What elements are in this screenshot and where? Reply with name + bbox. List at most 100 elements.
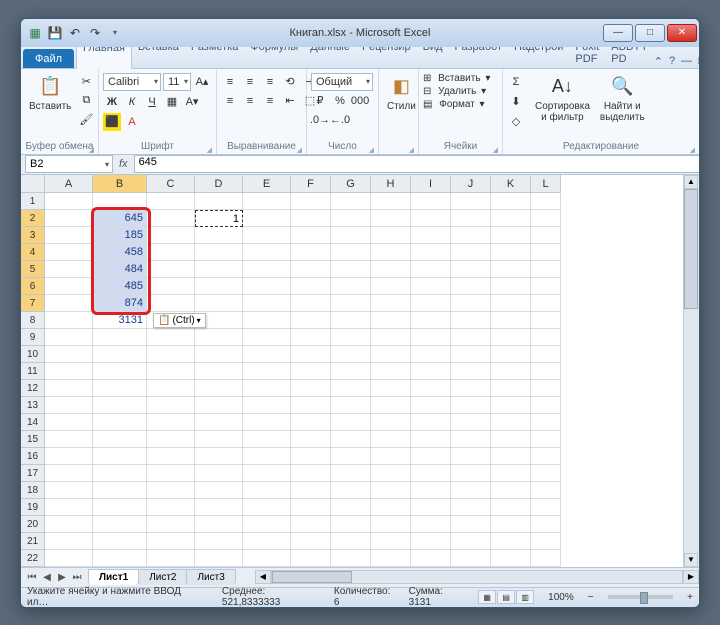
cell[interactable]: [291, 533, 331, 550]
cell[interactable]: [491, 363, 531, 380]
orientation-icon[interactable]: ⟲: [281, 73, 299, 91]
cell[interactable]: [491, 295, 531, 312]
column-header[interactable]: J: [451, 175, 491, 193]
formula-input[interactable]: 645: [134, 155, 699, 173]
cell[interactable]: [291, 550, 331, 567]
row-header[interactable]: 4: [21, 244, 45, 261]
paste-button[interactable]: 📋 Вставить: [25, 73, 75, 114]
horizontal-scrollbar[interactable]: ◀ ▶: [255, 570, 699, 584]
cell[interactable]: [45, 227, 93, 244]
align-middle-icon[interactable]: ≡: [241, 73, 259, 91]
row-header[interactable]: 16: [21, 448, 45, 465]
cell[interactable]: [451, 227, 491, 244]
cell[interactable]: [331, 227, 371, 244]
sheet-nav-last[interactable]: ⏭: [70, 572, 84, 583]
fx-icon[interactable]: fx: [119, 158, 128, 170]
cell[interactable]: [195, 550, 243, 567]
cell[interactable]: [531, 244, 561, 261]
cell[interactable]: [451, 448, 491, 465]
cell[interactable]: [243, 533, 291, 550]
cell[interactable]: [45, 380, 93, 397]
find-select-button[interactable]: 🔍 Найти и выделить: [596, 73, 649, 125]
cell[interactable]: [411, 533, 451, 550]
cell[interactable]: [147, 210, 195, 227]
cell[interactable]: [291, 363, 331, 380]
cell[interactable]: [371, 482, 411, 499]
cell[interactable]: [451, 278, 491, 295]
cell[interactable]: [411, 312, 451, 329]
cell[interactable]: [195, 363, 243, 380]
cell[interactable]: [371, 261, 411, 278]
cell[interactable]: [93, 499, 147, 516]
row-header[interactable]: 13: [21, 397, 45, 414]
cell[interactable]: [531, 516, 561, 533]
cell[interactable]: [491, 261, 531, 278]
cell[interactable]: [147, 465, 195, 482]
column-header[interactable]: G: [331, 175, 371, 193]
cell[interactable]: [491, 380, 531, 397]
format-painter-icon[interactable]: 🖌: [77, 111, 95, 129]
cell[interactable]: [451, 193, 491, 210]
cell[interactable]: [371, 227, 411, 244]
cell[interactable]: [243, 312, 291, 329]
cell[interactable]: [531, 380, 561, 397]
cell[interactable]: [243, 380, 291, 397]
cell[interactable]: [411, 346, 451, 363]
row-header[interactable]: 19: [21, 499, 45, 516]
cell[interactable]: [243, 227, 291, 244]
cell[interactable]: [243, 516, 291, 533]
font-size-combo[interactable]: 11: [163, 73, 191, 91]
cell[interactable]: [147, 278, 195, 295]
workbook-restore-icon[interactable]: □: [698, 55, 700, 67]
cell[interactable]: [331, 448, 371, 465]
cell[interactable]: [531, 499, 561, 516]
cell[interactable]: [451, 516, 491, 533]
help-icon[interactable]: ?: [669, 55, 675, 67]
cell[interactable]: [411, 516, 451, 533]
cell[interactable]: 458: [93, 244, 147, 261]
cell[interactable]: [371, 448, 411, 465]
cell[interactable]: [371, 363, 411, 380]
clear-icon[interactable]: ◇: [507, 113, 525, 131]
scroll-right-button[interactable]: ▶: [683, 570, 699, 584]
cell[interactable]: [411, 227, 451, 244]
cell[interactable]: [331, 414, 371, 431]
cell[interactable]: [491, 312, 531, 329]
cell[interactable]: 874: [93, 295, 147, 312]
scroll-left-button[interactable]: ◀: [255, 570, 271, 584]
cell[interactable]: [491, 482, 531, 499]
cell[interactable]: [531, 193, 561, 210]
cell[interactable]: [411, 261, 451, 278]
cell[interactable]: [531, 210, 561, 227]
cell[interactable]: [331, 244, 371, 261]
sheet-tab[interactable]: Лист1: [88, 569, 139, 585]
cell[interactable]: [411, 244, 451, 261]
cell[interactable]: [147, 380, 195, 397]
cell[interactable]: [93, 431, 147, 448]
save-icon[interactable]: 💾: [47, 25, 63, 41]
view-normal-button[interactable]: ▦: [478, 590, 496, 604]
cell[interactable]: [147, 431, 195, 448]
row-header[interactable]: 3: [21, 227, 45, 244]
cell[interactable]: [531, 278, 561, 295]
cell[interactable]: [195, 448, 243, 465]
cell[interactable]: [147, 550, 195, 567]
cell[interactable]: [243, 193, 291, 210]
column-header[interactable]: H: [371, 175, 411, 193]
cell[interactable]: [331, 380, 371, 397]
cell[interactable]: [331, 193, 371, 210]
cell[interactable]: [243, 550, 291, 567]
font-name-combo[interactable]: Calibri: [103, 73, 161, 91]
cell[interactable]: [147, 346, 195, 363]
close-button[interactable]: ✕: [667, 24, 697, 42]
cell[interactable]: [45, 448, 93, 465]
cell[interactable]: [243, 244, 291, 261]
cell[interactable]: [371, 244, 411, 261]
cell[interactable]: [371, 465, 411, 482]
cell[interactable]: [195, 431, 243, 448]
row-header[interactable]: 2: [21, 210, 45, 227]
cell[interactable]: [243, 261, 291, 278]
row-header[interactable]: 22: [21, 550, 45, 567]
cell[interactable]: [291, 448, 331, 465]
cell[interactable]: [93, 363, 147, 380]
